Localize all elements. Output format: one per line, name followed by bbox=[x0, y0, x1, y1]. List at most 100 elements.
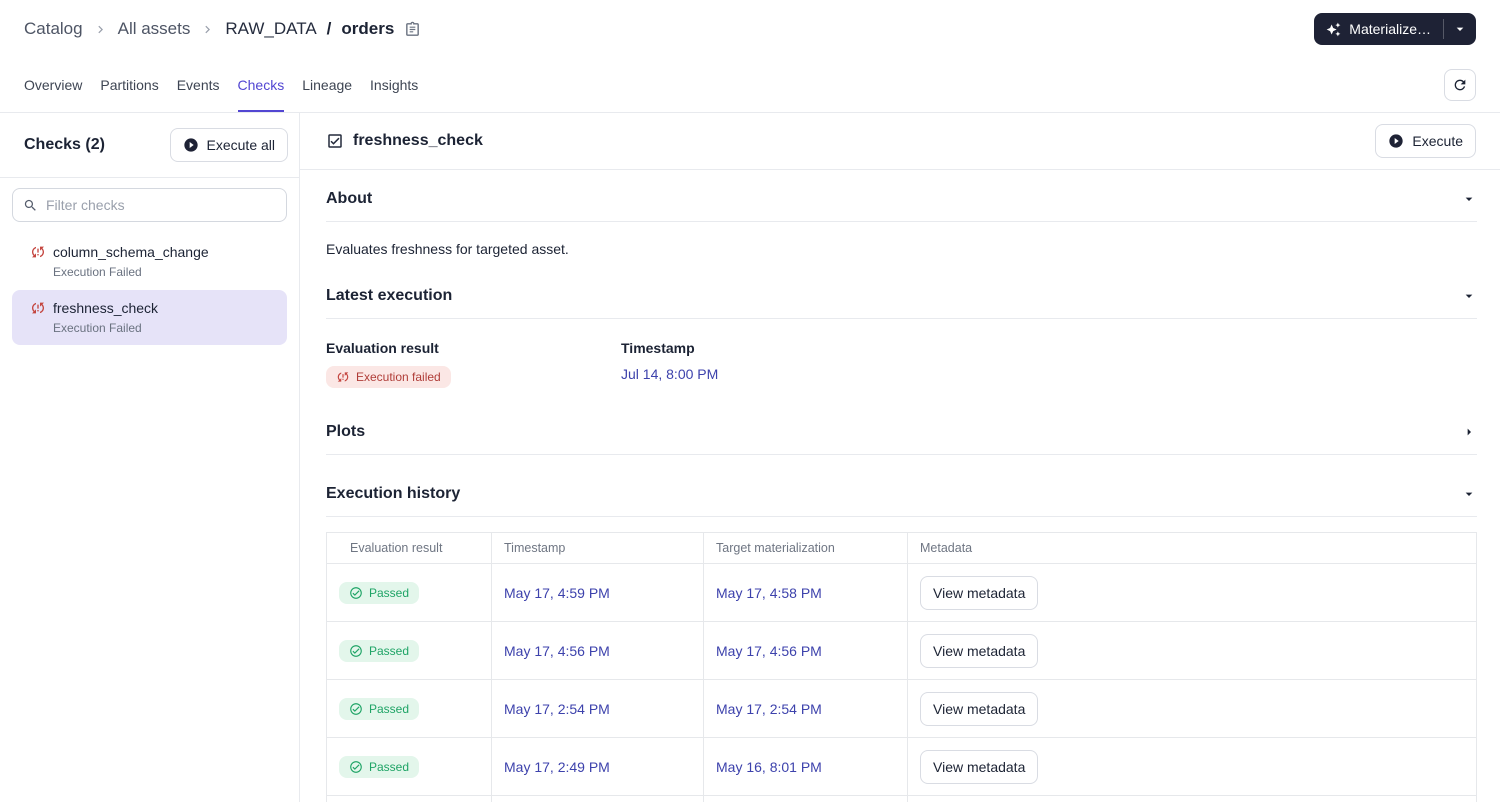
target-materialization-link[interactable]: May 16, 8:01 PM bbox=[716, 759, 822, 775]
about-collapse-toggle[interactable] bbox=[1461, 191, 1477, 207]
materialize-button[interactable]: Materialize… bbox=[1314, 13, 1443, 45]
tab-lineage[interactable]: Lineage bbox=[302, 58, 352, 112]
materialize-split-button: Materialize… bbox=[1314, 13, 1476, 45]
check-circle-icon bbox=[350, 760, 362, 773]
view-metadata-button[interactable]: View metadata bbox=[920, 691, 1039, 726]
check-title-label: freshness_check bbox=[353, 132, 483, 149]
timestamp-field: Timestamp Jul 14, 8:00 PM bbox=[621, 340, 1477, 389]
evaluation-result-label: Evaluation result bbox=[326, 340, 439, 356]
column-header: Target materialization bbox=[704, 533, 908, 563]
filter-input-container bbox=[12, 188, 287, 222]
view-metadata-button[interactable]: View metadata bbox=[920, 633, 1039, 668]
check-name: column_schema_change bbox=[53, 244, 209, 260]
tab-checks[interactable]: Checks bbox=[237, 58, 285, 112]
breadcrumb-catalog-link[interactable]: Catalog bbox=[24, 19, 83, 39]
target-materialization-link[interactable]: May 17, 4:58 PM bbox=[716, 585, 822, 601]
tab-overview[interactable]: Overview bbox=[24, 58, 82, 112]
column-header: Evaluation result bbox=[327, 533, 492, 563]
execution-failed-badge: Execution failed bbox=[326, 366, 451, 388]
passed-badge: Passed bbox=[339, 581, 420, 604]
plots-section-title: Plots bbox=[326, 423, 366, 440]
checks-sidebar: Checks (2) Execute all column_sche bbox=[0, 113, 300, 802]
divider bbox=[326, 221, 1477, 222]
divider bbox=[326, 318, 1477, 319]
check-status: Execution Failed bbox=[53, 321, 142, 335]
chevron-right-icon bbox=[93, 22, 108, 37]
sparkle-icon bbox=[1326, 22, 1341, 37]
about-section: About Evaluates freshness for targeted a… bbox=[326, 190, 1477, 257]
evaluation-result-field: Evaluation result Execution failed bbox=[326, 340, 621, 389]
filter-checks-input[interactable] bbox=[46, 197, 276, 213]
execution-timestamp-link[interactable]: May 17, 4:59 PM bbox=[504, 585, 610, 601]
execute-all-label: Execute all bbox=[206, 137, 275, 153]
refresh-button[interactable] bbox=[1444, 69, 1476, 101]
about-section-title: About bbox=[326, 190, 373, 207]
play-circle-icon bbox=[1388, 133, 1404, 149]
execute-all-button[interactable]: Execute all bbox=[169, 128, 288, 162]
execution-timestamp-link[interactable]: May 17, 2:49 PM bbox=[504, 759, 610, 775]
check-list-item-freshness-check[interactable]: freshness_check Execution Failed bbox=[12, 290, 287, 345]
plots-collapse-toggle[interactable] bbox=[1461, 424, 1477, 440]
about-description: Evaluates freshness for targeted asset. bbox=[326, 241, 569, 257]
timestamp-label: Timestamp bbox=[621, 340, 695, 356]
execution-history-collapse-toggle[interactable] bbox=[1461, 486, 1477, 502]
latest-execution-collapse-toggle[interactable] bbox=[1461, 288, 1477, 304]
table-row: Passed May 17, 4:59 PM May 17, 4:58 PM V… bbox=[327, 563, 1476, 621]
materialize-dropdown-button[interactable] bbox=[1444, 13, 1476, 45]
table-row: Passed May 17, 4:56 PM May 17, 4:56 PM V… bbox=[327, 621, 1476, 679]
table-row: Passed May 17, 2:54 PM May 17, 2:54 PM V… bbox=[327, 679, 1476, 737]
target-materialization-link[interactable]: May 17, 2:54 PM bbox=[716, 701, 822, 717]
check-box-icon bbox=[328, 134, 342, 148]
latest-execution-timestamp-link[interactable]: Jul 14, 8:00 PM bbox=[621, 366, 718, 382]
check-list: column_schema_change Execution Failed fr… bbox=[0, 234, 299, 345]
caret-down-icon bbox=[1465, 197, 1473, 201]
sidebar-header: Checks (2) Execute all bbox=[0, 113, 299, 178]
divider bbox=[326, 516, 1477, 517]
execution-failed-badge-label: Execution failed bbox=[356, 370, 441, 384]
execute-button[interactable]: Execute bbox=[1375, 124, 1476, 158]
execution-timestamp-link[interactable]: May 17, 2:54 PM bbox=[504, 701, 610, 717]
breadcrumb-asset-group[interactable]: RAW_DATA bbox=[225, 19, 316, 39]
execution-history-title: Execution history bbox=[326, 485, 461, 502]
check-name: freshness_check bbox=[53, 300, 159, 316]
check-circle-icon bbox=[350, 702, 362, 715]
passed-badge-label: Passed bbox=[369, 643, 410, 658]
passed-badge: Passed bbox=[339, 639, 420, 662]
execute-label: Execute bbox=[1412, 133, 1463, 149]
caret-down-icon bbox=[1465, 492, 1473, 496]
tab-insights[interactable]: Insights bbox=[370, 58, 418, 112]
execution-history-section: Execution history Evaluation result Time… bbox=[326, 485, 1477, 802]
chevron-down-icon bbox=[1456, 27, 1464, 31]
tab-partitions[interactable]: Partitions bbox=[100, 58, 158, 112]
checks-count-title: Checks (2) bbox=[24, 136, 105, 153]
passed-badge: Passed bbox=[339, 697, 420, 720]
passed-badge-label: Passed bbox=[369, 759, 410, 774]
latest-execution-section: Latest execution Evaluation result Execu… bbox=[326, 287, 1477, 389]
chevron-right-icon bbox=[200, 22, 215, 37]
sync-problem-icon bbox=[30, 244, 46, 260]
target-materialization-link[interactable]: May 17, 4:56 PM bbox=[716, 643, 822, 659]
execution-history-table: Evaluation result Timestamp Target mater… bbox=[326, 532, 1477, 802]
table-row-partial bbox=[327, 795, 1476, 802]
view-metadata-button[interactable]: View metadata bbox=[920, 575, 1039, 610]
breadcrumb-slash: / bbox=[326, 19, 332, 38]
sync-problem-icon bbox=[337, 372, 349, 382]
check-detail-body: About Evaluates freshness for targeted a… bbox=[300, 170, 1500, 802]
tab-bar: Overview Partitions Events Checks Lineag… bbox=[0, 58, 1500, 113]
view-metadata-button[interactable]: View metadata bbox=[920, 749, 1039, 784]
check-list-item-column-schema-change[interactable]: column_schema_change Execution Failed bbox=[12, 234, 287, 289]
check-circle-icon bbox=[350, 586, 362, 599]
breadcrumb-all-assets-link[interactable]: All assets bbox=[118, 19, 191, 39]
search-icon bbox=[24, 199, 36, 211]
check-circle-icon bbox=[350, 644, 362, 657]
passed-badge-label: Passed bbox=[369, 585, 410, 600]
tab-events[interactable]: Events bbox=[177, 58, 220, 112]
execution-timestamp-link[interactable]: May 17, 4:56 PM bbox=[504, 643, 610, 659]
breadcrumb-asset-name: orders bbox=[341, 19, 395, 38]
caret-down-icon bbox=[1465, 294, 1473, 298]
copy-asset-name-icon[interactable] bbox=[404, 21, 421, 38]
column-header: Metadata bbox=[920, 541, 973, 555]
play-circle-icon bbox=[183, 137, 199, 153]
check-status: Execution Failed bbox=[53, 265, 142, 279]
tabs: Overview Partitions Events Checks Lineag… bbox=[24, 58, 418, 112]
